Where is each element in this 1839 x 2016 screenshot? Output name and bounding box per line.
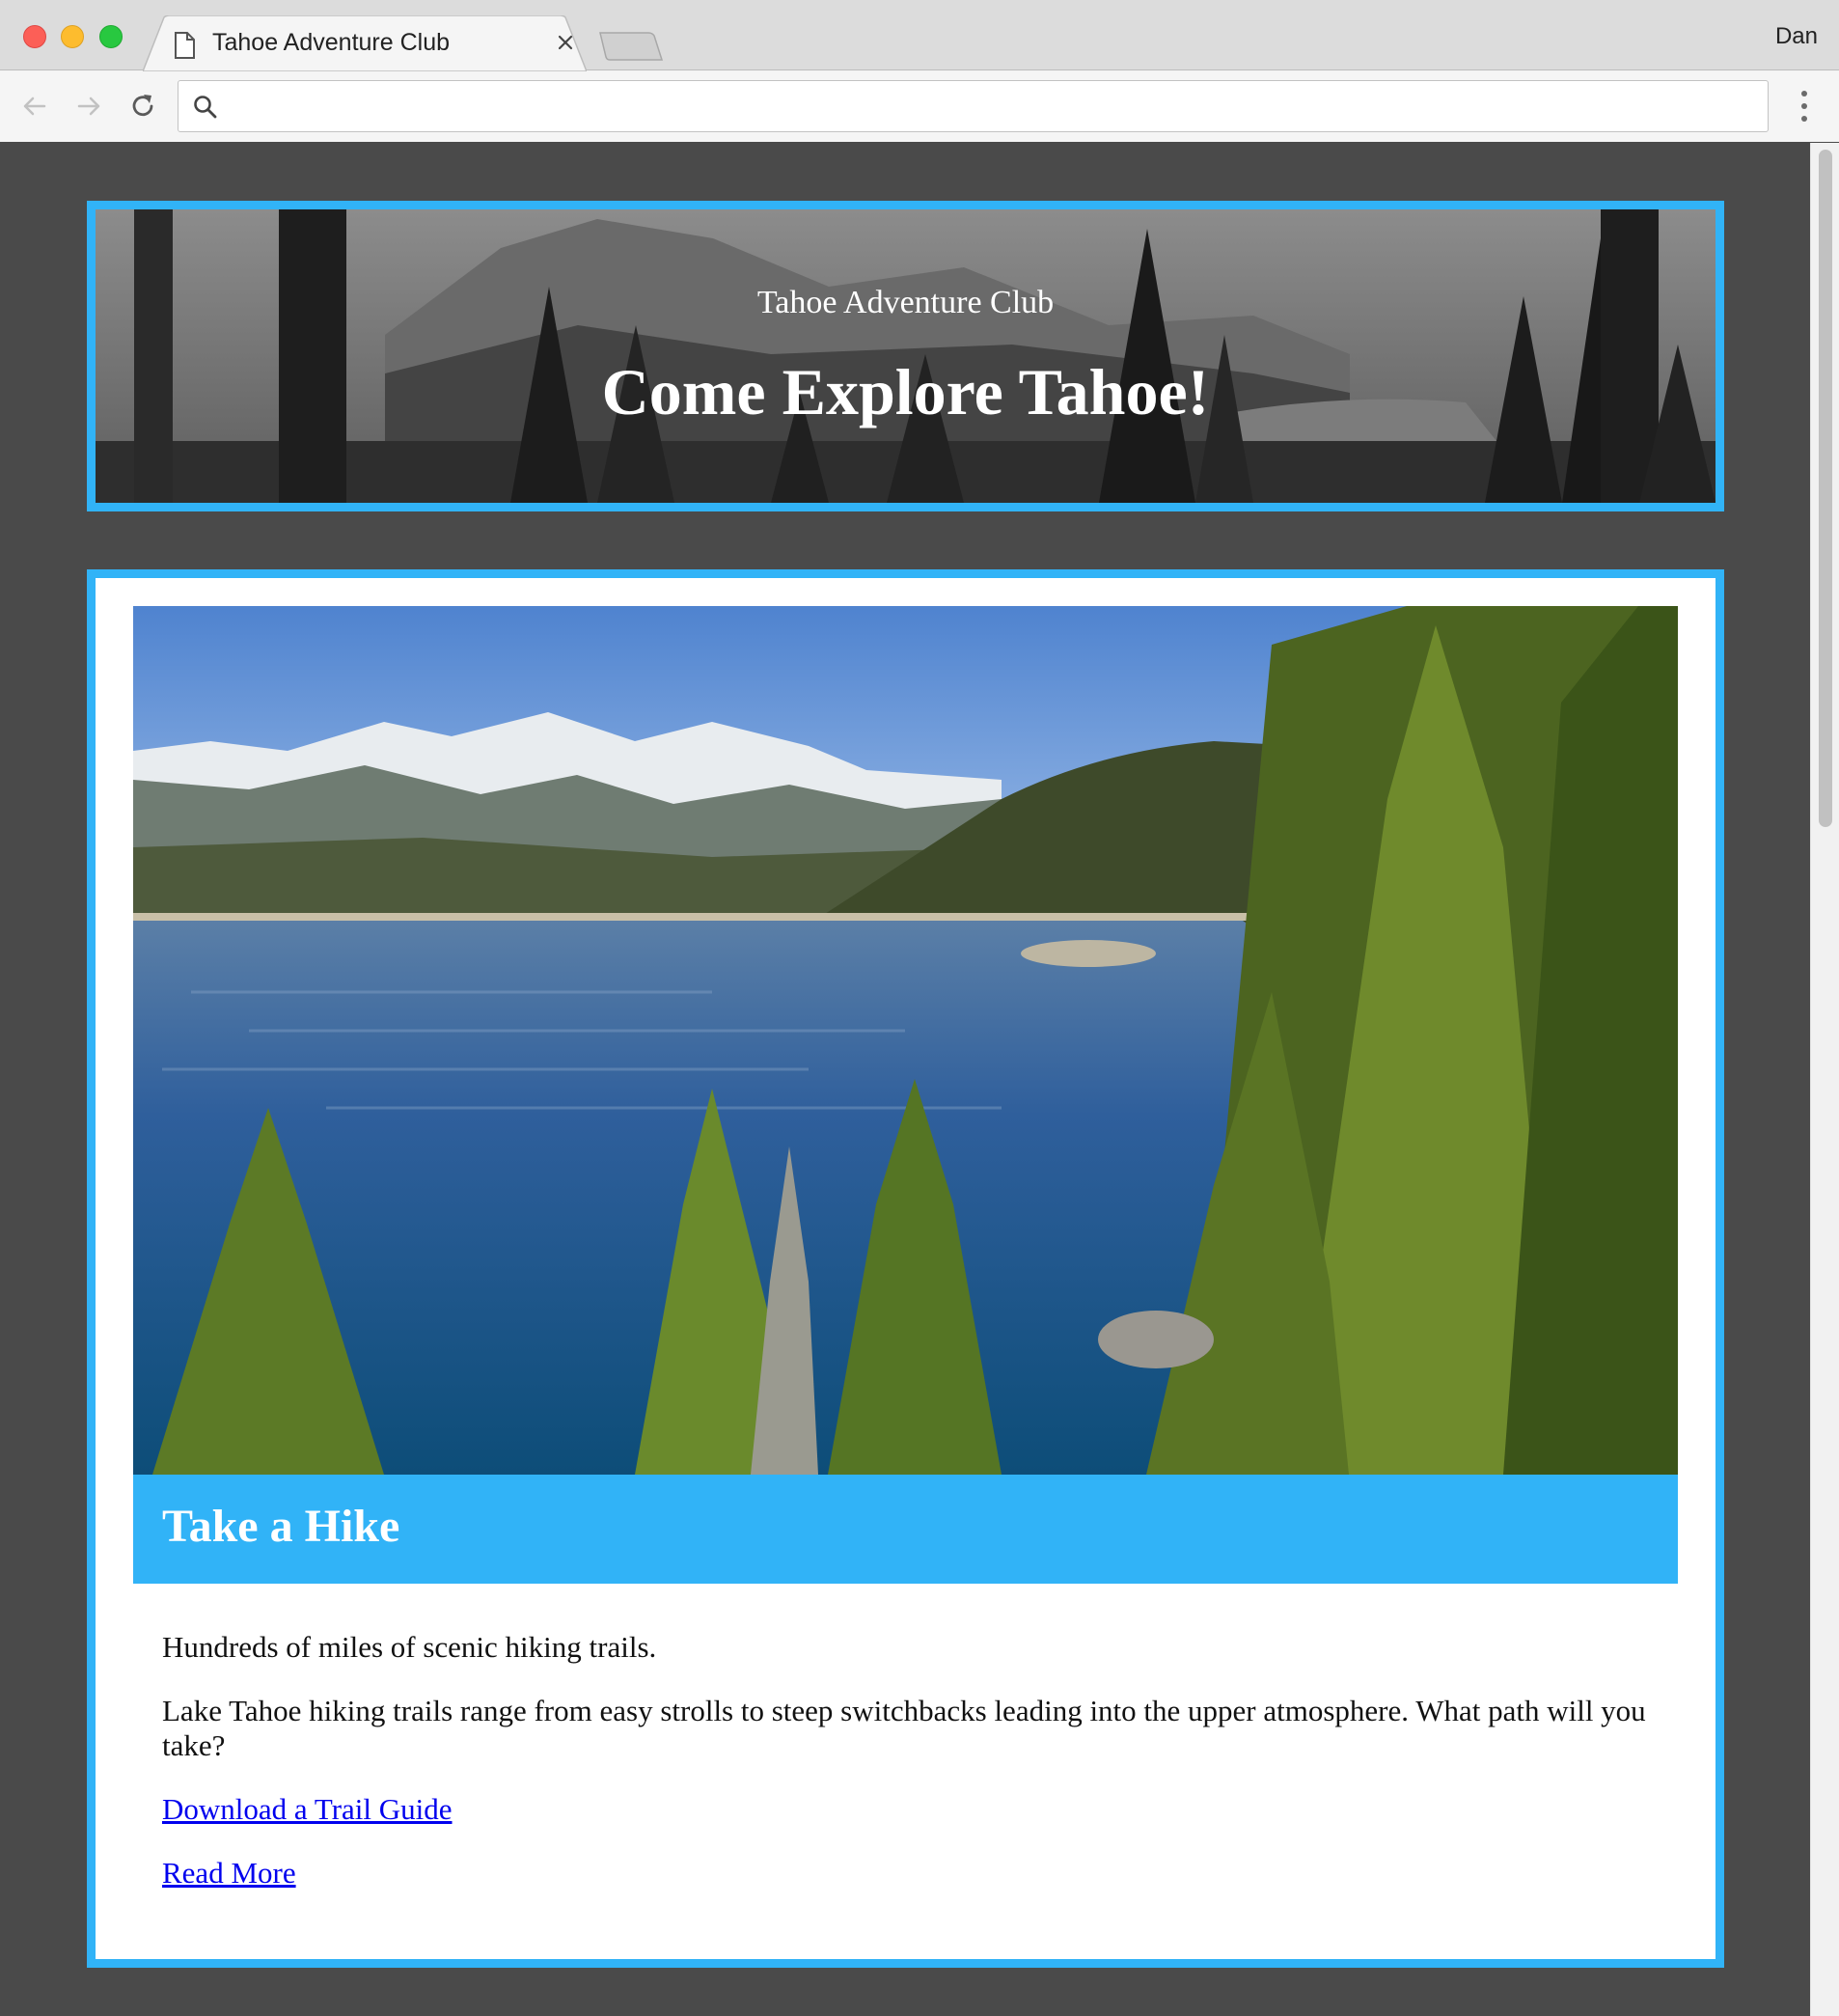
scrollbar-thumb[interactable] bbox=[1819, 150, 1832, 827]
card-lead-text: Hundreds of miles of scenic hiking trail… bbox=[162, 1630, 657, 1664]
forward-arrow-icon[interactable] bbox=[71, 89, 106, 124]
address-input[interactable] bbox=[229, 87, 1753, 125]
address-bar[interactable] bbox=[178, 80, 1769, 132]
banner-subtitle: Tahoe Adventure Club bbox=[756, 285, 1055, 320]
read-more-link[interactable]: Read More bbox=[162, 1856, 296, 1890]
card-heading-bar: Take a Hike bbox=[133, 1475, 1678, 1584]
tab-title: Tahoe Adventure Club bbox=[212, 29, 451, 56]
minimize-window-button[interactable] bbox=[61, 25, 84, 48]
tab-strip: Tahoe Adventure Club Dan bbox=[0, 0, 1839, 71]
active-tab[interactable]: Tahoe Adventure Club bbox=[143, 15, 587, 71]
close-window-button[interactable] bbox=[23, 25, 46, 48]
page-icon bbox=[175, 32, 195, 59]
vertical-scrollbar[interactable] bbox=[1810, 143, 1839, 2016]
close-icon[interactable] bbox=[554, 31, 577, 54]
more-menu-icon[interactable] bbox=[1795, 89, 1814, 124]
new-tab-button[interactable] bbox=[598, 31, 664, 62]
search-icon bbox=[194, 96, 217, 119]
back-arrow-icon[interactable] bbox=[17, 89, 52, 124]
hike-card: Take a Hike Hundreds of miles of scenic … bbox=[87, 569, 1724, 1968]
maximize-window-button[interactable] bbox=[99, 25, 123, 48]
hero-banner: Tahoe Adventure Club Come Explore Tahoe! bbox=[87, 201, 1724, 511]
card-body: Hundreds of miles of scenic hiking trail… bbox=[162, 1630, 1656, 1919]
card-description: Lake Tahoe hiking trails range from easy… bbox=[162, 1694, 1646, 1762]
download-trail-guide-link[interactable]: Download a Trail Guide bbox=[162, 1792, 453, 1826]
lake-tahoe-photo bbox=[133, 606, 1678, 1475]
browser-toolbar bbox=[0, 71, 1839, 142]
banner-title: Come Explore Tahoe! bbox=[601, 355, 1210, 428]
reload-icon[interactable] bbox=[125, 89, 160, 124]
browser-chrome: Tahoe Adventure Club Dan bbox=[0, 0, 1839, 142]
card-heading: Take a Hike bbox=[162, 1501, 400, 1552]
profile-name[interactable]: Dan bbox=[1775, 23, 1818, 50]
